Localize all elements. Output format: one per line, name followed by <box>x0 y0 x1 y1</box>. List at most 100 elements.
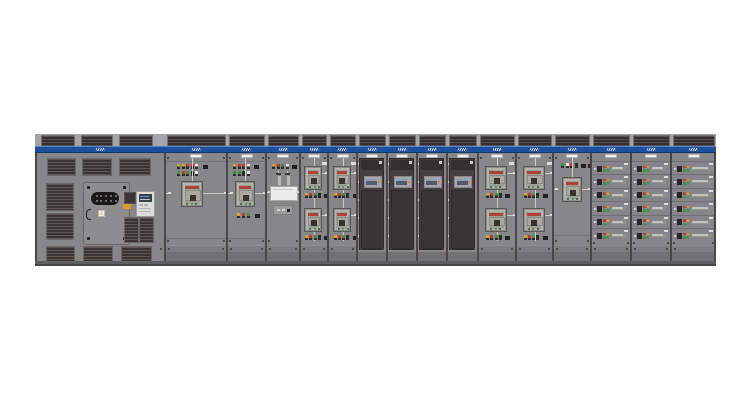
mimic-line <box>572 158 573 177</box>
kick-dot <box>666 248 668 250</box>
selector-switch <box>255 214 260 218</box>
indicator-light <box>309 193 312 198</box>
screw-dot <box>587 240 589 242</box>
indicator-light <box>495 235 498 240</box>
indicator-light <box>346 193 349 198</box>
drawer-indicator <box>603 206 606 209</box>
kick-dot <box>556 248 558 250</box>
breaker-label-strip <box>308 213 318 216</box>
breaker-label-strip <box>337 213 347 216</box>
drawer-indicator <box>687 209 690 212</box>
drawer-indicator <box>683 196 686 199</box>
screw-dot <box>330 157 332 159</box>
drawer-handle-tip <box>708 207 711 211</box>
drawer-indicator <box>687 219 690 222</box>
drawer-indicator <box>683 233 686 236</box>
drawer-display <box>677 192 682 198</box>
drawer-indicator <box>603 219 606 222</box>
indicator-light <box>182 171 185 176</box>
breaker-indicator-dot <box>495 228 497 230</box>
mimic-node <box>555 188 558 191</box>
cabinet-divider <box>416 153 418 261</box>
circuit-breaker <box>235 181 255 207</box>
breaker-dark-module <box>339 220 345 226</box>
kick-dot <box>442 248 444 250</box>
indicator-light <box>272 164 275 169</box>
cabinet-divider <box>356 153 358 261</box>
drawer-tag <box>664 190 668 192</box>
indicator-light <box>342 193 345 198</box>
door-lower-panel <box>361 190 384 249</box>
screw-dot <box>223 240 225 242</box>
indicator-light <box>305 193 308 198</box>
indicator-light <box>486 193 489 198</box>
cabinet-feeder-section-2 <box>631 153 671 245</box>
breaker-indicator-dot <box>318 228 320 230</box>
screw-dot <box>229 240 231 242</box>
louver-vent <box>124 217 139 243</box>
hmi-screen <box>366 179 377 186</box>
circuit-breaker <box>485 166 507 190</box>
screw-dot <box>324 157 326 159</box>
breaker-indicator-dot <box>528 186 530 188</box>
drawer-indicator <box>687 182 690 185</box>
door-button <box>439 161 442 164</box>
indicator-light <box>247 164 250 169</box>
indicator-light <box>528 235 531 240</box>
breaker-dark-module <box>531 220 537 226</box>
indicator-light <box>490 193 493 198</box>
breaker-indicator-dot <box>314 186 316 188</box>
drawer-indicator <box>647 219 650 222</box>
indicator-light <box>499 193 502 198</box>
feeder-drawer <box>672 188 715 201</box>
cabinet-main-incomer: ⚠ <box>35 153 165 261</box>
brand-logo-icon <box>278 148 288 151</box>
screw-dot <box>587 157 589 159</box>
brand-logo-icon <box>689 148 699 151</box>
drawer-indicator <box>607 236 610 239</box>
selector-switch <box>505 194 510 198</box>
lineup-right-edge <box>714 153 716 261</box>
drawer-led <box>594 208 596 210</box>
kick-dot <box>412 248 414 250</box>
feeder-drawer <box>632 174 670 187</box>
drawer-led <box>634 194 636 196</box>
drawer-indicator <box>683 223 686 226</box>
drawer-indicator <box>683 192 686 195</box>
cabinet-divider <box>515 153 517 261</box>
drawer-handle-tip <box>663 193 666 197</box>
drawer-handle-tip <box>623 207 626 211</box>
feeder-drawer <box>592 174 630 187</box>
cabinet-divider <box>299 153 301 261</box>
drawer-indicator <box>643 236 646 239</box>
panel-seam <box>227 238 266 239</box>
drawer-indicator <box>687 206 690 209</box>
drawer-handle <box>612 207 624 210</box>
breaker-dark-module <box>531 178 537 184</box>
drawer-tag <box>709 176 713 178</box>
connector-pin <box>115 200 117 202</box>
louver-vent <box>139 217 154 243</box>
door-button-dot <box>436 162 438 164</box>
breaker-indicator-dot <box>532 228 534 230</box>
drawer-indicator <box>603 223 606 226</box>
drawer-handle-tip <box>663 234 666 238</box>
drawer-indicator <box>643 219 646 222</box>
breaker-indicator-dot <box>318 186 320 188</box>
breaker-dark-module <box>339 178 345 184</box>
hmi-bezel <box>364 176 382 188</box>
drawer-led <box>674 208 676 210</box>
hmi-power-led <box>408 181 410 183</box>
drawer-indicator <box>647 169 650 172</box>
drawer-indicator <box>607 219 610 222</box>
brand-logo-icon <box>191 148 201 151</box>
feeder-drawer <box>592 188 630 201</box>
cabinet-divider <box>386 153 388 261</box>
meter-screen <box>139 194 152 202</box>
indicator-light <box>334 235 337 240</box>
switchgear-lineup-illustration: ⚠ <box>0 0 750 400</box>
door-button <box>379 161 382 164</box>
drawer-indicator <box>683 236 686 239</box>
drawer-tag <box>709 217 713 219</box>
breaker-indicator-dot <box>309 186 311 188</box>
